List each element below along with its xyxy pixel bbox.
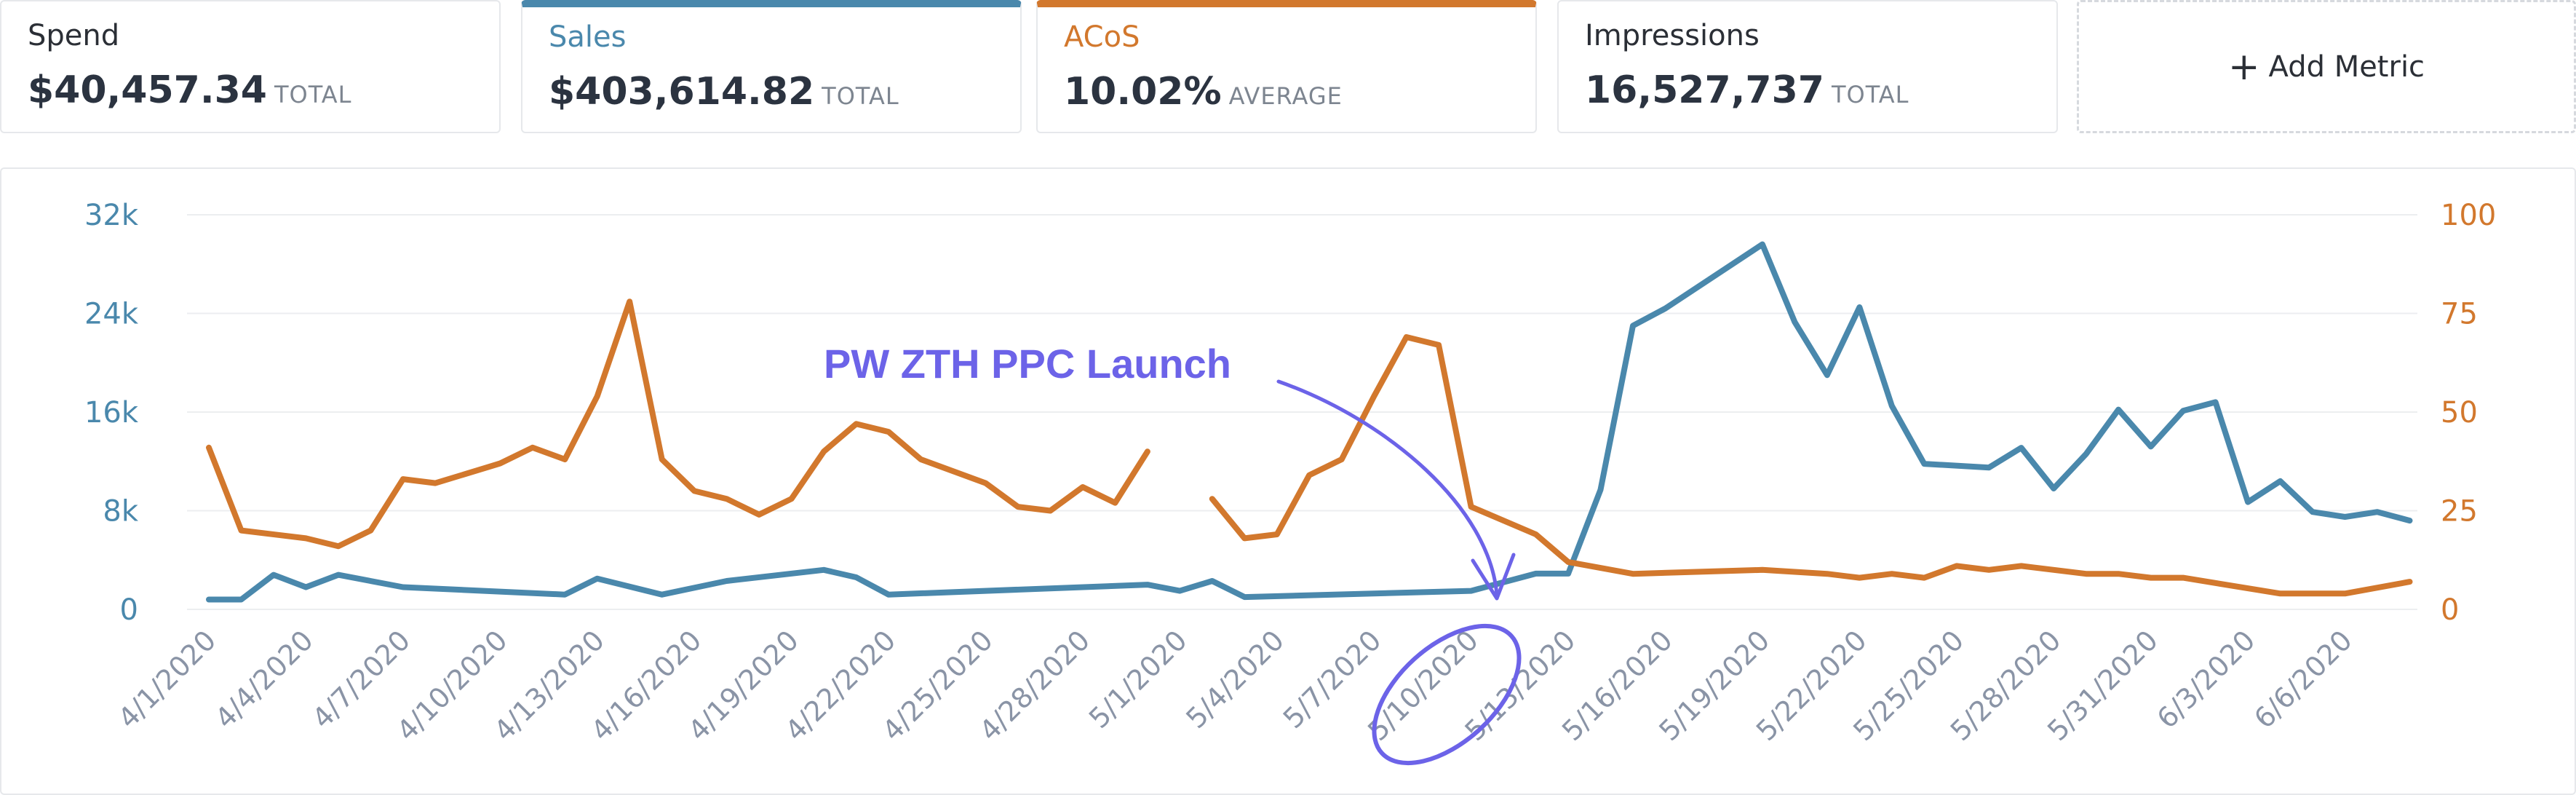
metric-value: 10.02% [1064, 70, 1222, 114]
metric-value: $403,614.82 [549, 70, 815, 114]
y-left-tick-label: 0 [120, 593, 138, 627]
y-right-tick-label: 75 [2441, 298, 2478, 331]
metric-value-row: 10.02% AVERAGE [1064, 70, 1343, 114]
metric-label: Sales [549, 20, 627, 54]
y-left-tick-label: 8k [103, 495, 138, 529]
metric-label: ACoS [1064, 20, 1140, 54]
metric-card-spend[interactable]: Spend $40,457.34 TOTAL [0, 0, 501, 133]
y-right-tick-label: 100 [2441, 199, 2496, 232]
metric-card-impressions[interactable]: Impressions 16,527,737 TOTAL [1557, 0, 2058, 133]
x-tick-label: 6/6/2020 [2248, 624, 2358, 735]
add-metric-label: Add Metric [2268, 50, 2425, 84]
metric-suffix: TOTAL [822, 82, 899, 110]
metric-label: Impressions [1585, 19, 1760, 52]
sales-line [206, 241, 2413, 603]
y-right-tick-label: 50 [2441, 396, 2478, 430]
annotation-text: PW ZTH PPC Launch [824, 341, 1231, 387]
acos-line [206, 298, 1150, 550]
add-metric-button[interactable]: + Add Metric [2077, 0, 2576, 133]
chart-panel: 0 0 8k 25 16k 50 24k 75 32k 100 4/1/2020 4/4/2020 4/… [0, 167, 2576, 795]
metric-value-row: $40,457.34 TOTAL [28, 68, 351, 112]
x-tick-label: 6/3/2020 [2151, 624, 2262, 735]
x-tick-label: 5/1/2020 [1083, 624, 1193, 735]
metric-label: Spend [28, 19, 120, 52]
metric-card-acos[interactable]: ACoS 10.02% AVERAGE [1036, 0, 1537, 133]
metric-suffix: TOTAL [1831, 81, 1909, 108]
y-right-tick-label: 25 [2441, 495, 2478, 529]
metric-value-row: 16,527,737 TOTAL [1585, 68, 1909, 112]
metric-value: $40,457.34 [28, 68, 267, 112]
dual-axis-line-chart: 0 08k 2516k 5024k 7532k 1004/1/20204/4/20204/… [84, 199, 2496, 766]
metric-value-row: $403,614.82 TOTAL [549, 70, 899, 114]
metric-card-sales[interactable]: Sales $403,614.82 TOTAL [521, 0, 1022, 133]
annotation-arrow [1276, 379, 1499, 597]
acos-line [1209, 334, 2413, 597]
x-tick-label: 4/1/2020 [112, 624, 223, 735]
metric-value: 16,527,737 [1585, 68, 1824, 112]
x-tick-label: 4/4/2020 [209, 624, 319, 735]
y-left-tick-label: 16k [84, 396, 139, 430]
y-right-tick-label: 0 [2441, 593, 2459, 627]
x-tick-label: 5/4/2020 [1180, 624, 1290, 735]
y-left-tick-label: 24k [84, 298, 139, 331]
metric-suffix: AVERAGE [1228, 82, 1343, 110]
y-left-tick-label: 32k [84, 199, 139, 232]
metric-suffix: TOTAL [274, 81, 352, 108]
plus-icon: + [2227, 44, 2260, 89]
